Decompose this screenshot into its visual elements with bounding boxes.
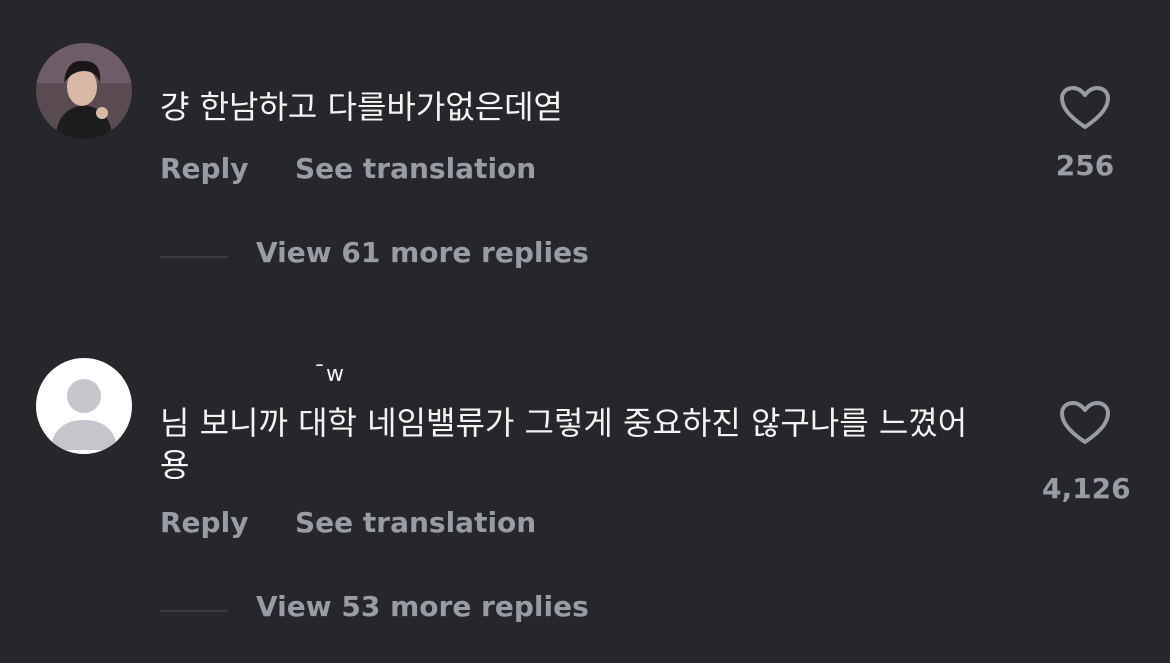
comment-text: 님 보니까 대학 네임밸류가 그렇게 중요하진 않구나를 느꼈어용 — [160, 404, 968, 484]
view-more-replies-label[interactable]: View 61 more replies — [256, 236, 589, 269]
see-translation-button[interactable]: See translation — [295, 506, 536, 539]
replies-divider — [160, 610, 228, 612]
replies-divider — [160, 256, 228, 258]
like-control: 4,126 — [1042, 400, 1131, 505]
comment-item: 걍 한남하고 다를바가없은데엳 Reply See translation 25… — [0, 0, 1170, 300]
comment-text: 걍 한남하고 다를바가없은데엳 — [160, 88, 564, 126]
user-avatar[interactable] — [36, 358, 132, 454]
user-avatar[interactable] — [36, 43, 132, 139]
like-control: 256 — [1042, 85, 1128, 182]
like-count: 256 — [1055, 149, 1115, 182]
comment-item: ¯w 님 보니까 대학 네임밸류가 그렇게 중요하진 않구나를 느꼈어용 Rep… — [0, 340, 1170, 663]
reply-button[interactable]: Reply — [160, 506, 248, 539]
comment-username[interactable]: ¯w — [314, 362, 345, 387]
heart-outline-icon[interactable] — [1059, 85, 1111, 131]
see-translation-button[interactable]: See translation — [295, 152, 536, 185]
heart-outline-icon[interactable] — [1059, 400, 1111, 446]
avatar-photo — [36, 43, 132, 139]
like-count: 4,126 — [1042, 472, 1131, 505]
view-more-replies-label[interactable]: View 53 more replies — [256, 590, 589, 623]
person-silhouette-icon — [36, 358, 132, 454]
reply-button[interactable]: Reply — [160, 152, 248, 185]
